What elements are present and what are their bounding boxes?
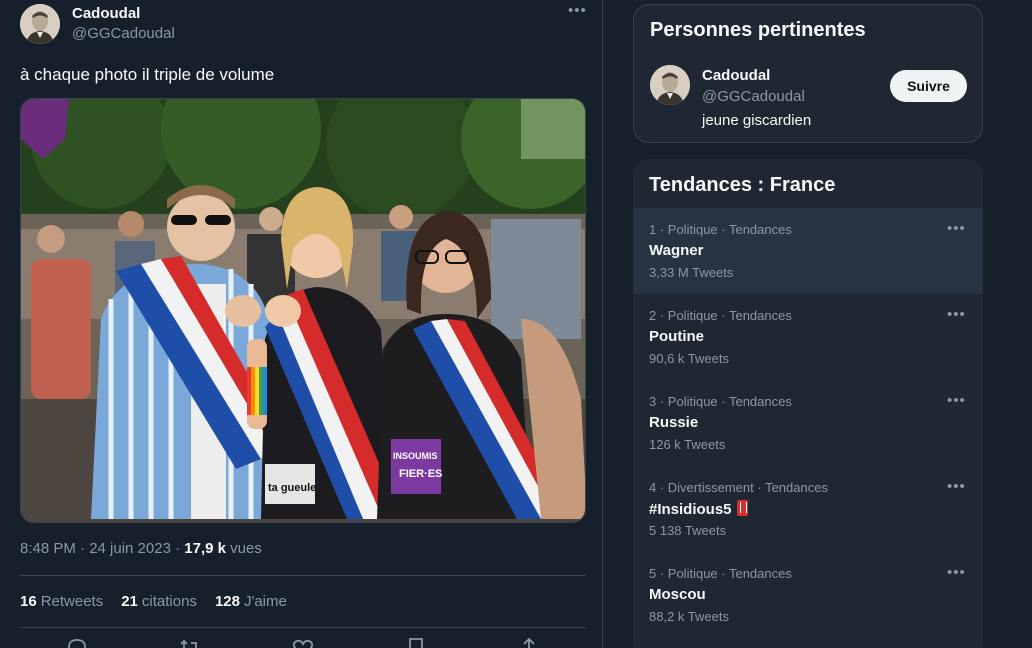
likes-count: 128: [214, 593, 240, 610]
quotes-count: 21: [121, 593, 138, 610]
trend-count: 90,6 k Tweets: [649, 351, 729, 366]
trend-name: Poutine: [649, 328, 704, 345]
tweet-detail: Cadoudal @GGCadoudal ••• à chaque photo …: [0, 0, 603, 648]
trend-name: Russie: [649, 414, 699, 431]
more-horizontal-icon[interactable]: •••: [947, 306, 966, 323]
trend-count: 88,2 k Tweets: [649, 609, 729, 624]
trend-count: 5 138 Tweets: [649, 523, 727, 538]
tweet-text: à chaque photo il triple de volume: [20, 65, 275, 84]
trend-name: #Insidious5: [649, 501, 732, 518]
tweet-time[interactable]: 8:48 PM · 24 juin 2023 ·: [20, 540, 184, 557]
author-avatar[interactable]: [20, 4, 60, 44]
trend-meta: 1 · Politique · Tendances: [649, 222, 792, 237]
divider: [20, 575, 586, 576]
retweets-stat[interactable]: 16 Retweets: [20, 593, 103, 610]
retweets-count: 16: [20, 593, 37, 610]
person-handle[interactable]: @GGCadoudal: [702, 88, 805, 105]
trend-meta: 3 · Politique · Tendances: [649, 394, 792, 409]
tweet-stats: 16 Retweets 21 citations 128 J'aime: [20, 593, 287, 610]
follow-button[interactable]: Suivre: [890, 70, 967, 102]
tweet-timestamp[interactable]: 8:48 PM · 24 juin 2023 · 17,9 k vues: [20, 540, 262, 557]
views-count: 17,9 k: [184, 540, 226, 557]
author-handle[interactable]: @GGCadoudal: [72, 25, 175, 42]
svg-text:ta gueule: ta gueule: [268, 482, 316, 494]
tweet-actions: [20, 636, 586, 648]
more-horizontal-icon[interactable]: •••: [947, 392, 966, 409]
trend-meta: 4 · Divertissement · Tendances: [649, 480, 828, 495]
relevant-people-panel: Personnes pertinentes Cadoudal @GGCadoud…: [633, 4, 983, 143]
more-horizontal-icon[interactable]: •••: [947, 564, 966, 581]
person-avatar[interactable]: [650, 65, 690, 105]
tweet-photo[interactable]: ta gueule INSOUMIS FIER·ES: [20, 98, 586, 523]
trends-title: Tendances : France: [649, 174, 836, 196]
reply-icon[interactable]: [65, 636, 89, 648]
like-icon[interactable]: [291, 636, 315, 648]
relevant-people-title: Personnes pertinentes: [650, 19, 866, 41]
author-name[interactable]: Cadoudal: [72, 5, 140, 22]
page: Cadoudal @GGCadoudal ••• à chaque photo …: [0, 0, 1032, 648]
trend-meta: 5 · Politique · Tendances: [649, 566, 792, 581]
trend-count: 126 k Tweets: [649, 437, 726, 452]
divider: [20, 627, 586, 628]
quotes-label: citations: [141, 593, 197, 610]
quotes-stat[interactable]: 21 citations: [121, 593, 197, 610]
trend-item[interactable]: 1 · Politique · Tendances Wagner 3,33 M …: [633, 208, 983, 294]
retweet-icon[interactable]: [178, 636, 202, 648]
views-label: vues: [225, 540, 262, 557]
trend-item[interactable]: 4 · Divertissement · Tendances #Insidiou…: [633, 466, 983, 552]
trend-item[interactable]: 3 · Politique · Tendances Russie 126 k T…: [633, 380, 983, 466]
more-horizontal-icon[interactable]: •••: [568, 2, 587, 19]
person-bio: jeune giscardien: [702, 112, 812, 129]
svg-text:INSOUMIS: INSOUMIS: [393, 451, 438, 461]
likes-label: J'aime: [243, 593, 287, 610]
trend-name: Moscou: [649, 586, 706, 603]
likes-stat[interactable]: 128 J'aime: [215, 593, 287, 610]
svg-text:FIER·ES: FIER·ES: [399, 468, 442, 480]
more-horizontal-icon[interactable]: •••: [947, 478, 966, 495]
trend-name-row: #Insidious5: [649, 500, 748, 518]
trend-item[interactable]: 2 · Politique · Tendances Poutine 90,6 k…: [633, 294, 983, 380]
more-horizontal-icon[interactable]: •••: [947, 220, 966, 237]
emoji-icon: [736, 500, 748, 516]
person-name[interactable]: Cadoudal: [702, 67, 770, 84]
trend-count: 3,33 M Tweets: [649, 265, 734, 280]
trend-name: Wagner: [649, 242, 704, 259]
trends-panel: Tendances : France 1 · Politique · Tenda…: [633, 159, 983, 648]
bookmark-icon[interactable]: [404, 636, 428, 648]
trend-item[interactable]: 5 · Politique · Tendances Moscou 88,2 k …: [633, 552, 983, 638]
trend-meta: 2 · Politique · Tendances: [649, 308, 792, 323]
retweets-label: Retweets: [40, 593, 104, 610]
share-icon[interactable]: [517, 636, 541, 648]
